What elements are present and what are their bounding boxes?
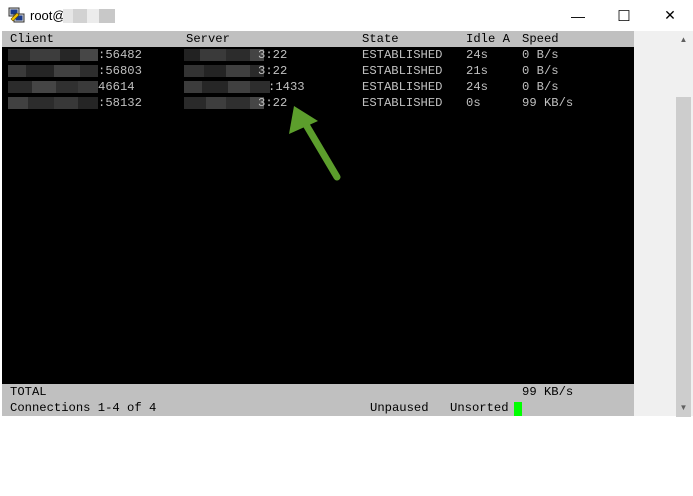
header-client: Client <box>10 32 54 46</box>
connection-speed: 99 KB/s <box>522 96 574 110</box>
table-header: Client Server State Idle A Speed <box>2 31 634 47</box>
putty-window: root@ — ☐ ✕ Client Server State Idle A S… <box>0 0 693 418</box>
connection-state: ESTABLISHED <box>362 64 443 78</box>
table-row[interactable]: :56482 3:22 ESTABLISHED 24s 0 B/s <box>2 47 634 63</box>
header-state: State <box>362 32 399 46</box>
putty-icon[interactable] <box>8 6 26 24</box>
client-address: :58132 <box>98 96 142 110</box>
table-row[interactable]: :56803 3:22 ESTABLISHED 21s 0 B/s <box>2 63 634 79</box>
title-bar[interactable]: root@ — ☐ ✕ <box>0 0 693 31</box>
terminal-screen[interactable]: Client Server State Idle A Speed :56482 … <box>2 31 634 416</box>
header-server: Server <box>186 32 230 46</box>
server-address: 3:22 <box>258 48 288 62</box>
connection-state: ESTABLISHED <box>362 80 443 94</box>
idle-time: 0s <box>466 96 481 110</box>
connections-count: Connections 1-4 of 4 <box>10 401 157 415</box>
paused-status: Unpaused <box>370 401 429 415</box>
idle-time: 24s <box>466 48 488 62</box>
sort-status: Unsorted <box>450 401 509 415</box>
window-border <box>634 31 674 416</box>
total-bar: TOTAL 99 KB/s <box>2 384 634 400</box>
title-redaction <box>63 9 115 23</box>
connection-state: ESTABLISHED <box>362 48 443 62</box>
close-icon: ✕ <box>664 7 676 23</box>
scroll-up-icon[interactable]: ▲ <box>674 31 693 48</box>
client-address: :56482 <box>98 48 142 62</box>
client-redaction <box>8 65 98 77</box>
idle-time: 21s <box>466 64 488 78</box>
server-address: :1433 <box>268 80 305 94</box>
connection-speed: 0 B/s <box>522 48 559 62</box>
client-address: :56803 <box>98 64 142 78</box>
connection-speed: 0 B/s <box>522 64 559 78</box>
server-address: 3:22 <box>258 64 288 78</box>
minimize-button[interactable]: — <box>555 0 601 31</box>
scrollbar-thumb[interactable] <box>676 97 691 417</box>
total-label: TOTAL <box>10 385 47 399</box>
server-redaction <box>184 81 270 93</box>
minimize-icon: — <box>571 7 585 24</box>
total-speed: 99 KB/s <box>522 385 574 399</box>
idle-time: 24s <box>466 80 488 94</box>
vertical-scrollbar[interactable]: ▲ ▼ <box>674 31 693 417</box>
client-redaction <box>8 49 98 61</box>
table-row[interactable]: 46614 :1433 ESTABLISHED 24s 0 B/s <box>2 79 634 95</box>
client-redaction <box>8 97 98 109</box>
close-button[interactable]: ✕ <box>647 0 693 31</box>
maximize-button[interactable]: ☐ <box>601 0 647 31</box>
connection-speed: 0 B/s <box>522 80 559 94</box>
server-redaction <box>184 49 264 61</box>
maximize-icon: ☐ <box>617 7 631 25</box>
server-redaction <box>184 65 264 77</box>
header-speed: Speed <box>522 32 559 46</box>
window-title: root@ <box>30 8 66 23</box>
connection-state: ESTABLISHED <box>362 96 443 110</box>
scroll-down-icon[interactable]: ▼ <box>674 399 693 416</box>
table-row[interactable]: :58132 3:22 ESTABLISHED 0s 99 KB/s <box>2 95 634 111</box>
server-redaction <box>184 97 264 109</box>
server-address: 3:22 <box>258 96 288 110</box>
client-redaction <box>8 81 98 93</box>
terminal-cursor <box>514 402 522 416</box>
header-idle: Idle A <box>466 32 510 46</box>
status-bar: Connections 1-4 of 4 Unpaused Unsorted <box>2 400 634 416</box>
client-address: 46614 <box>98 80 135 94</box>
